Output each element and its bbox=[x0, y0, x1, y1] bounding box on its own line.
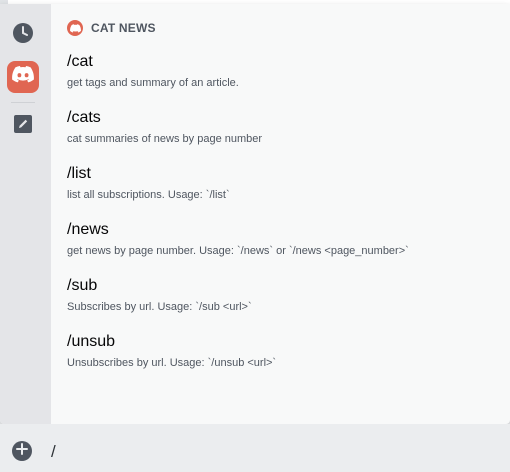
app-name: CAT NEWS bbox=[91, 21, 156, 35]
command-item-news[interactable]: /news get news by page number. Usage: `/… bbox=[67, 220, 497, 268]
command-description: get tags and summary of an article. bbox=[67, 77, 239, 89]
add-attachment-button[interactable] bbox=[12, 441, 32, 461]
command-source-rail bbox=[0, 4, 51, 424]
clock-icon bbox=[12, 22, 34, 49]
rail-separator bbox=[11, 102, 35, 103]
command-name: /cats bbox=[67, 109, 101, 126]
plus-icon bbox=[16, 442, 28, 460]
command-item-sub[interactable]: /sub Subscribes by url. Usage: `/sub <ur… bbox=[67, 276, 497, 324]
command-name: /news bbox=[67, 221, 109, 238]
command-description: get news by page number. Usage: `/news` … bbox=[67, 245, 409, 257]
command-name: /list bbox=[67, 165, 91, 182]
command-name: /unsub bbox=[67, 333, 116, 350]
command-list-header: CAT NEWS bbox=[67, 20, 156, 36]
edit-commands-button[interactable] bbox=[7, 110, 39, 142]
message-input[interactable]: / bbox=[51, 441, 491, 463]
command-item-list[interactable]: /list list all subscriptions. Usage: `/l… bbox=[67, 164, 497, 212]
command-name: /cat bbox=[67, 53, 93, 70]
cat-news-app-button[interactable] bbox=[7, 61, 39, 93]
command-description: list all subscriptions. Usage: `/list` bbox=[67, 189, 230, 201]
command-description: cat summaries of news by page number bbox=[67, 133, 263, 145]
discord-icon bbox=[67, 20, 83, 36]
command-description: Subscribes by url. Usage: `/sub <url>` bbox=[67, 301, 252, 313]
command-item-cats[interactable]: /cats cat summaries of news by page numb… bbox=[67, 108, 497, 156]
command-item-unsub[interactable]: /unsub Unsubscribes by url. Usage: `/uns… bbox=[67, 332, 497, 380]
command-name: /sub bbox=[67, 277, 98, 294]
slash-command-popup: CAT NEWS /cat get tags and summary of an… bbox=[0, 4, 510, 424]
discord-icon bbox=[12, 66, 34, 88]
command-description: Unsubscribes by url. Usage: `/unsub <url… bbox=[67, 357, 277, 369]
message-composer: / bbox=[0, 424, 510, 472]
command-item-cat[interactable]: /cat get tags and summary of an article. bbox=[67, 52, 497, 100]
edit-icon bbox=[13, 114, 33, 139]
recent-commands-button[interactable] bbox=[7, 19, 39, 51]
